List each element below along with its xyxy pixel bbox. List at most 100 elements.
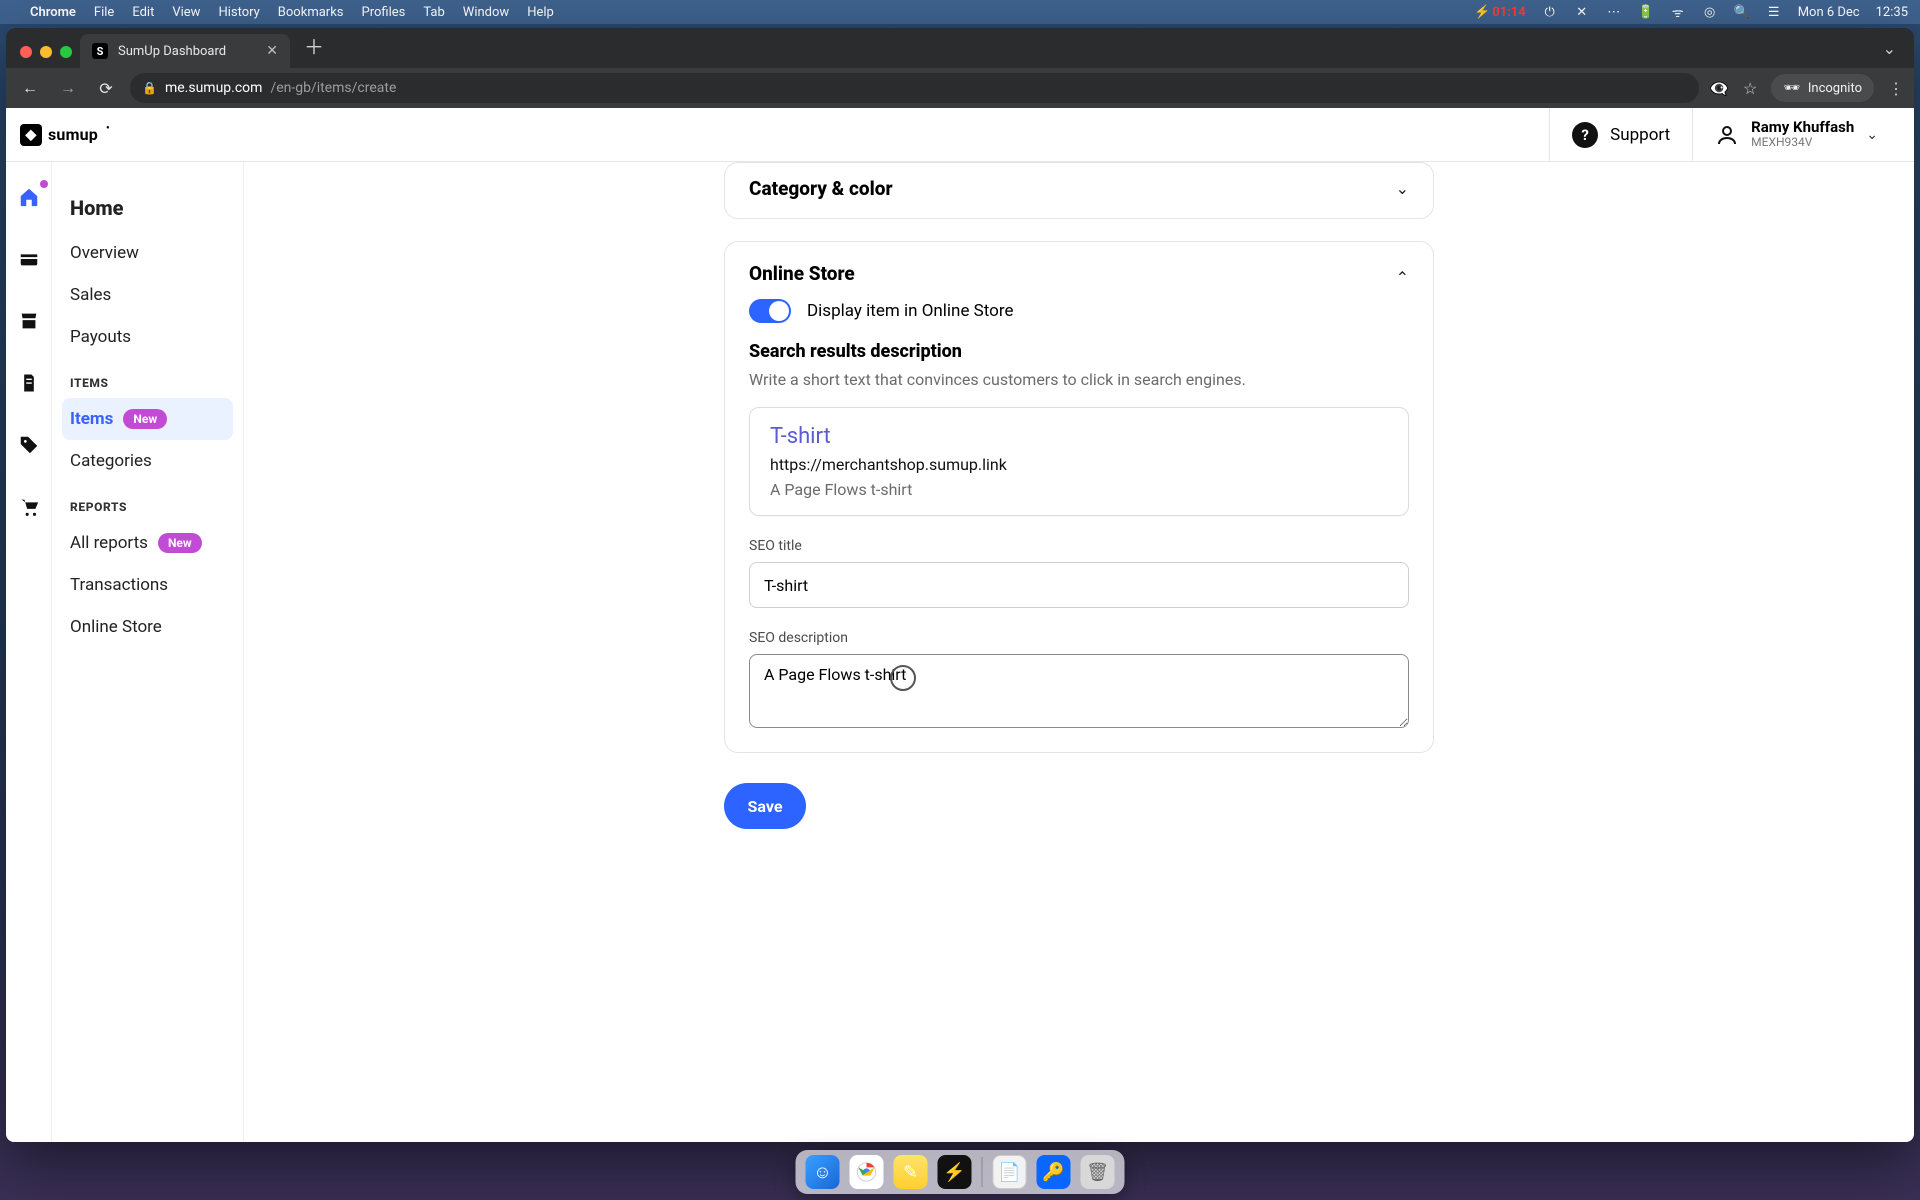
battery-status-icon[interactable]: 🔋 [1638,5,1654,20]
brand-logo[interactable]: ◆ sumup • [20,124,108,146]
menu-tab[interactable]: Tab [423,5,444,20]
browser-tab[interactable]: S SumUp Dashboard ✕ [80,34,290,68]
tools-icon[interactable]: ✕ [1574,5,1590,20]
account-name: Ramy Khuffash [1751,119,1854,136]
dock-chrome-icon[interactable] [850,1155,884,1189]
support-button[interactable]: ? Support [1549,108,1692,161]
browser-window: S SumUp Dashboard ✕ ＋ ⌄ ← → ⟳ 🔒 me.sumup… [6,28,1914,1142]
logo-text: sumup [48,125,98,144]
sidebar-item-categories[interactable]: Categories [62,440,233,482]
user-icon [1715,123,1739,147]
spotlight-icon[interactable]: 🔍 [1734,5,1750,20]
window-controls [14,46,80,68]
rail-cart-icon[interactable] [16,494,42,520]
sidebar-item-home[interactable]: Home [62,184,233,232]
tabs-menu-button[interactable]: ⌄ [1873,39,1906,68]
rail-wallet-icon[interactable] [16,246,42,272]
nav-rail [6,162,52,1142]
sidebar-label-sales: Sales [70,285,111,305]
window-zoom-button[interactable] [60,46,72,58]
nav-forward-button: → [54,74,82,102]
lock-icon[interactable]: 🔒 [142,81,157,95]
badge-new: New [123,409,167,429]
window-minimize-button[interactable] [40,46,52,58]
dock-trash-icon[interactable]: 🗑 [1081,1155,1115,1189]
address-bar[interactable]: 🔒 me.sumup.com/en-gb/items/create [130,73,1699,103]
sidebar-item-online-store[interactable]: Online Store [62,606,233,648]
dock-terminal-icon[interactable]: ⚡ [938,1155,972,1189]
account-menu[interactable]: Ramy Khuffash MEXH934V ⌄ [1692,108,1900,161]
tab-title: SumUp Dashboard [118,44,226,59]
chevron-down-icon: ⌄ [1396,179,1409,198]
menu-view[interactable]: View [172,5,200,20]
display-menu-icon[interactable]: ⋯ [1606,5,1622,20]
rail-store-icon[interactable] [16,308,42,334]
sidebar-item-overview[interactable]: Overview [62,232,233,274]
menu-edit[interactable]: Edit [132,5,154,20]
wifi-icon[interactable]: ᯤ [1670,3,1686,21]
menu-file[interactable]: File [94,5,114,20]
sidebar-label-online-store: Online Store [70,617,162,637]
logo-mark-icon: ◆ [20,124,42,146]
menu-help[interactable]: Help [527,5,554,20]
search-description-hint: Write a short text that convinces custom… [749,370,1409,389]
tab-close-icon[interactable]: ✕ [266,43,278,59]
dock-textedit-icon[interactable]: 📄 [993,1155,1027,1189]
rail-invoice-icon[interactable] [16,370,42,396]
tab-strip: S SumUp Dashboard ✕ ＋ ⌄ [6,28,1914,68]
window-close-button[interactable] [20,46,32,58]
logo-mark-dot: • [106,123,110,134]
seo-title-label: SEO title [749,538,1409,554]
card-category-color[interactable]: Category & color ⌄ [724,162,1434,219]
search-description-heading: Search results description [749,341,1409,362]
display-item-toggle[interactable] [749,299,791,323]
sidebar-item-sales[interactable]: Sales [62,274,233,316]
save-button[interactable]: Save [724,783,806,829]
menubar-date[interactable]: Mon 6 Dec [1798,5,1860,20]
sidebar-item-items[interactable]: Items New [62,398,233,440]
control-center-icon[interactable]: ☰ [1766,5,1782,20]
sidebar-label-home: Home [70,196,124,220]
sidebar-item-payouts[interactable]: Payouts [62,316,233,358]
search-preview-url: https://merchantshop.sumup.link [770,455,1388,474]
dock-separator [982,1157,983,1187]
menu-profiles[interactable]: Profiles [362,5,406,20]
seo-title-input[interactable] [749,562,1409,608]
nav-back-button[interactable]: ← [16,74,44,102]
seo-description-input[interactable] [749,654,1409,728]
chevron-down-icon: ⌄ [1866,127,1878,143]
card-title-online-store: Online Store [749,262,855,285]
fast-toggle-icon[interactable]: ⏻ [1542,5,1558,20]
mac-menubar: Chrome File Edit View History Bookmarks … [0,0,1920,24]
rail-tag-icon[interactable] [16,432,42,458]
nav-reload-button[interactable]: ⟳ [92,74,120,102]
new-tab-button[interactable]: ＋ [290,31,338,68]
dock-notes-icon[interactable]: ✎ [894,1155,928,1189]
sidebar-item-transactions[interactable]: Transactions [62,564,233,606]
menu-bookmarks[interactable]: Bookmarks [278,5,344,20]
rail-home-icon[interactable] [16,184,42,210]
tracking-off-icon[interactable]: 👁‍🗨 [1709,79,1729,98]
sidebar-item-all-reports[interactable]: All reports New [62,522,233,564]
chevron-up-icon[interactable]: ⌃ [1396,268,1409,287]
menu-app-name[interactable]: Chrome [30,5,76,20]
dock-1password-icon[interactable]: 🔑 [1037,1155,1071,1189]
sidebar-heading-reports: REPORTS [62,482,233,522]
menubar-clock[interactable]: 12:35 [1876,5,1908,20]
sidebar-label-payouts: Payouts [70,327,131,347]
main-content[interactable]: Category & color ⌄ Online Store ⌃ Displa… [244,162,1914,1142]
sidebar-label-overview: Overview [70,243,139,263]
app-header: ◆ sumup • ? Support Ramy Khuffash MEXH934… [6,108,1914,162]
menu-window[interactable]: Window [463,5,509,20]
bookmark-star-icon[interactable]: ☆ [1743,79,1757,98]
sync-icon[interactable]: ◎ [1702,5,1718,20]
tab-favicon: S [92,43,108,59]
incognito-badge[interactable]: 🕶 Incognito [1771,74,1874,102]
dock-finder-icon[interactable]: ☺ [806,1155,840,1189]
incognito-label: Incognito [1808,81,1862,96]
battery-time-indicator[interactable]: ⚡01:14 [1474,5,1526,20]
browser-menu-button[interactable]: ⋮ [1888,79,1904,98]
menu-history[interactable]: History [218,5,259,20]
mac-dock: ☺ ✎ ⚡ 📄 🔑 🗑 [796,1150,1125,1194]
sidebar: Home Overview Sales Payouts ITEMS Items … [52,162,244,1142]
